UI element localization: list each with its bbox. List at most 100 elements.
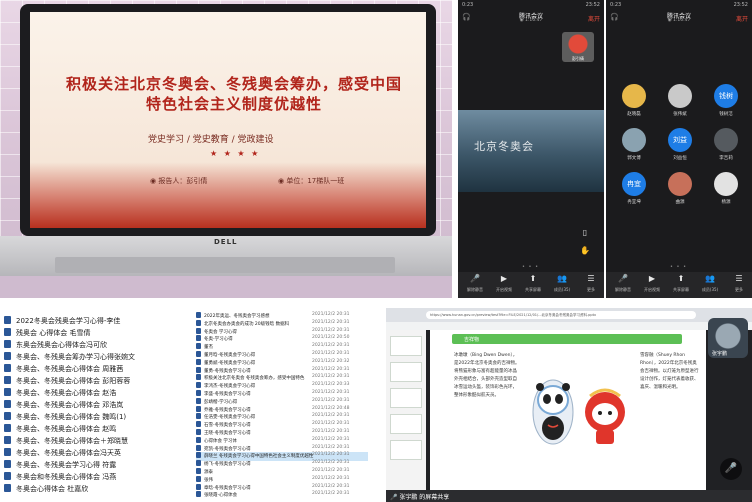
- word-doc-icon: [4, 484, 11, 492]
- status-right: 23:52: [585, 2, 600, 8]
- slide-thumbnail[interactable]: [390, 388, 422, 408]
- camera-icon[interactable]: ▶: [492, 274, 516, 283]
- participant-tile[interactable]: 钱树 钱树洁: [706, 82, 746, 122]
- meeting-toolbar: 🎤 解除静音 ▶ 开启视频 ⬆ 共享屏幕 👥 成员(35) ☰ 更多: [458, 272, 604, 298]
- word-doc-icon: [4, 328, 11, 336]
- file-name: 乔雅-冬残奥会学习心得: [204, 407, 251, 413]
- mic-icon[interactable]: 🎤: [720, 458, 742, 480]
- laptop-photo: 积极关注北京冬奥会、冬残奥会筹办，感受中国特色社会主义制度优越性 党史学习 / …: [0, 0, 452, 298]
- file-row[interactable]: 冬奥会、冬残奥会心得体会＋郑晓慧: [4, 436, 194, 448]
- members-icon[interactable]: 👥: [698, 274, 722, 283]
- word-doc-icon: [196, 413, 201, 420]
- address-bar[interactable]: https://www.hunan.gov.cn/preview/test?fi…: [426, 311, 696, 319]
- members-icon[interactable]: 👥: [550, 274, 574, 283]
- shuey-rhon-rhon-text: 雪容融（Shuey Rhon Rhon），2022年北京冬残奥会吉祥物。以灯笼为…: [640, 353, 699, 390]
- file-name: 冬奥会、冬残奥会心得体会 彭阳蓉蓉: [16, 377, 131, 385]
- avatar: [668, 172, 692, 196]
- word-doc-icon: [4, 436, 11, 444]
- slide-title: 积极关注北京冬奥会、冬残奥会筹办，感受中国特色社会主义制度优越性: [65, 75, 402, 113]
- video-caption: 北京冬奥会: [474, 140, 534, 153]
- more-icon[interactable]: ☰: [579, 274, 603, 283]
- file-row[interactable]: 东奥会残奥会心得体会冯可欣: [4, 340, 194, 352]
- mic-icon[interactable]: 🎤: [611, 274, 635, 283]
- file-date: 2021/12/2 20:48: [312, 405, 350, 411]
- file-name: 积极关注北京冬奥会 冬残奥会筹办，感受中国特色: [204, 376, 305, 382]
- word-doc-icon: [196, 366, 201, 373]
- file-explorer: 2022冬奥会残奥会学习心得-李佳 残奥会 心得体会 毛雪倩 东奥会残奥会心得体会冯…: [0, 308, 370, 502]
- file-date: 2021/12/2 20:31: [312, 397, 350, 403]
- file-date: 2021/12/2 20:33: [312, 382, 350, 388]
- word-doc-icon: [196, 436, 201, 443]
- share-status-label: 🎤 张宇鹏 的屏幕共享: [390, 494, 450, 501]
- file-name: 薛晓兰 冬残奥会学习心得中国特色社会主义制度优越性: [204, 454, 314, 460]
- word-doc-icon: [196, 358, 201, 365]
- file-row[interactable]: 张晓霞-心得体会 2021/12/2 20:31: [196, 491, 368, 500]
- slide-thumbnail[interactable]: [390, 440, 422, 460]
- file-row[interactable]: 冬奥会、冬残奥会心得体会 周雅茜: [4, 364, 194, 376]
- file-row[interactable]: 冬奥会、冬残奥会心得体会 邓浩岚: [4, 400, 194, 412]
- section-header-bar: [452, 334, 682, 344]
- slide-unit: ◉ 单位：17梯队一班: [278, 177, 345, 185]
- word-doc-icon: [196, 335, 201, 342]
- word-doc-icon: [4, 472, 11, 480]
- raise-hand-icon[interactable]: ✋: [578, 246, 592, 260]
- participant-tile[interactable]: 曲源: [660, 170, 700, 210]
- avatar: 钱树: [714, 84, 738, 108]
- word-doc-icon: [196, 444, 201, 451]
- file-name: 董杰: [204, 345, 213, 351]
- avatar: [622, 84, 646, 108]
- word-doc-icon: [196, 405, 201, 412]
- browser-chrome: https://www.hunan.gov.cn/preview/test?fi…: [386, 308, 752, 322]
- file-date: 2021/12/2 20:31: [312, 475, 350, 481]
- file-name: 冬奥会、冬残奥会心得体会＋郑晓慧: [16, 437, 128, 445]
- word-doc-icon: [196, 429, 201, 435]
- participant-name: 刘益恒: [673, 156, 687, 161]
- share-icon[interactable]: ⬆: [669, 274, 693, 283]
- word-doc-icon: [196, 374, 201, 381]
- participant-tile[interactable]: 张伟斌: [660, 82, 700, 122]
- share-icon[interactable]: ⬆: [521, 274, 545, 283]
- screen-share-window: https://www.hunan.gov.cn/preview/test?fi…: [386, 308, 752, 502]
- camera-icon[interactable]: ▶: [640, 274, 664, 283]
- participant-tile[interactable]: 冉宜 冉宜坤: [614, 170, 654, 210]
- file-row[interactable]: 冬奥会、冬残奥会筹办学习心得张婉文: [4, 352, 194, 364]
- participant-tile[interactable]: 郭文博: [614, 126, 654, 166]
- file-row[interactable]: 冬奥会、冬残奥会心得体会 赵浩: [4, 388, 194, 400]
- file-row[interactable]: 冬奥会心得体会 杜嘉欣: [4, 484, 194, 496]
- presenter-name: 张宇鹏: [712, 351, 728, 357]
- avatar: 刘益: [668, 128, 692, 152]
- file-name: 彭靖楷-学习心得: [204, 399, 238, 405]
- file-name: 李盛-冬残奥会学习心得: [204, 392, 251, 397]
- participant-tile[interactable]: 赵晓磊: [614, 82, 654, 122]
- leave-button[interactable]: 离开: [588, 14, 600, 23]
- file-name: 冬奥会、冬残奥会心得体会 魏鸣(1): [16, 413, 127, 421]
- word-doc-icon: [196, 421, 201, 428]
- bing-dwen-dwen-mascot: [532, 379, 574, 445]
- file-date: 2021/12/2 20:31: [312, 444, 350, 450]
- leave-button[interactable]: 离开: [736, 14, 748, 23]
- file-row[interactable]: 冬奥会、冬残奥会学习心得 符露: [4, 460, 194, 472]
- slide-thumbnail[interactable]: [390, 414, 422, 434]
- participant-name: 赵晓磊: [627, 112, 641, 117]
- file-row[interactable]: 冬奥会、冬残奥会心得体会 赵鸣: [4, 424, 194, 436]
- more-icon[interactable]: ☰: [727, 274, 751, 283]
- file-row[interactable]: 2022冬奥会残奥会学习心得-李佳: [4, 316, 194, 328]
- file-name: 张伟: [204, 477, 213, 483]
- participant-tile[interactable]: 李吉莉: [706, 126, 746, 166]
- file-name: 王晓-冬残奥会学习心得: [204, 431, 251, 436]
- slide-thumbnail[interactable]: [390, 362, 422, 382]
- slide-thumbnails: [386, 330, 426, 490]
- file-row[interactable]: 冬奥会、冬残奥会心得体会 魏鸣(1): [4, 412, 194, 424]
- word-doc-icon: [4, 316, 11, 324]
- participant-tile[interactable]: 刘益 刘益恒: [660, 126, 700, 166]
- file-row[interactable]: 冬奥会、冬残奥会心得体会冯天英: [4, 448, 194, 460]
- slide-thumbnail[interactable]: [390, 336, 422, 356]
- file-name: 冬奥会、冬残奥会心得体会 邓浩岚: [16, 401, 124, 409]
- participant-tile[interactable]: 杨源: [706, 170, 746, 210]
- screen-rotate-icon[interactable]: ▯: [578, 228, 592, 242]
- mic-icon[interactable]: 🎤: [463, 274, 487, 283]
- file-row[interactable]: 残奥会 心得体会 毛雪倩: [4, 328, 194, 340]
- word-doc-icon: [4, 424, 11, 432]
- file-row[interactable]: 冬奥会和冬残奥会心得体会 冯燕: [4, 472, 194, 484]
- file-row[interactable]: 冬奥会、冬残奥会心得体会 彭阳蓉蓉: [4, 376, 194, 388]
